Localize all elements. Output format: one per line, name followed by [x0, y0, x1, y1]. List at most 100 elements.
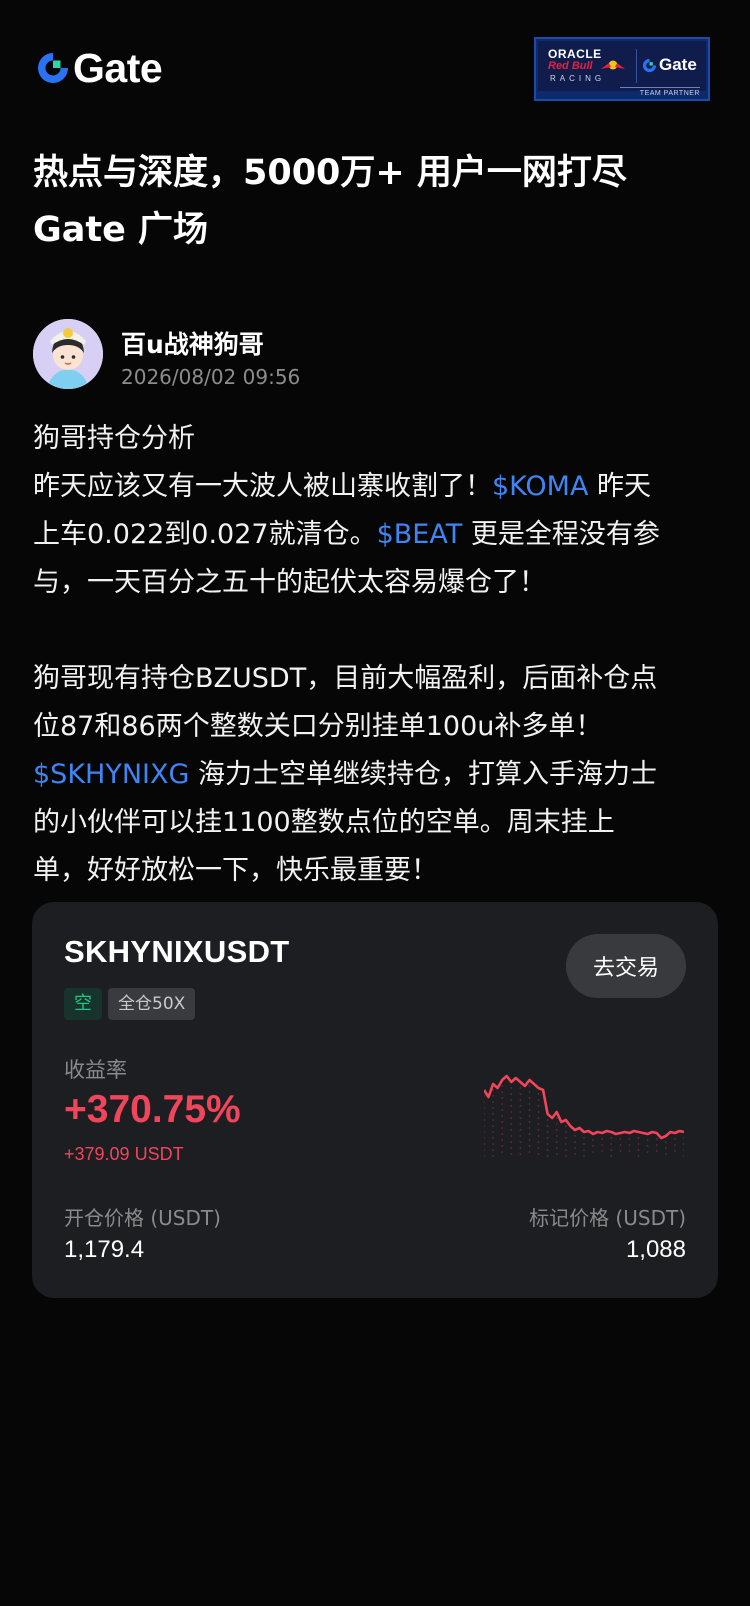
go-trade-button[interactable]: 去交易	[566, 934, 686, 998]
sparkline-fill-dot	[637, 1155, 640, 1157]
sparkline-fill-dot	[537, 1123, 540, 1125]
sparkline-fill-dot	[510, 1099, 513, 1101]
team-partner-banner: ORACLE Red Bull RACING Gate TEAM PARTNER	[534, 37, 710, 101]
sparkline-fill-dot	[510, 1093, 513, 1095]
sparkline-fill-dot	[528, 1121, 531, 1123]
post-line	[33, 607, 723, 655]
partner-panel: ORACLE Red Bull RACING Gate	[538, 41, 706, 91]
sparkline-fill-dot	[501, 1103, 504, 1105]
sparkline-fill-dot	[492, 1155, 494, 1157]
gate-logo-icon	[38, 53, 68, 83]
sparkline-fill-dot	[492, 1143, 494, 1145]
sparkline-fill-dot	[601, 1138, 604, 1140]
sparkline-fill-dot	[574, 1135, 576, 1137]
sparkline-fill-dot	[646, 1145, 649, 1147]
sparkline-fill-dot	[637, 1149, 640, 1151]
sparkline-fill-dot	[637, 1137, 640, 1139]
gate-logo[interactable]: Gate	[36, 48, 163, 89]
sparkline-fill-dot	[501, 1115, 504, 1117]
sparkline-fill-dot	[492, 1137, 494, 1139]
sparkline-fill-dot	[537, 1129, 540, 1131]
post-line: $SKHYNIXG 海力士空单继续持仓，打算入手海力士	[33, 751, 723, 799]
sparkline-fill-dot	[555, 1147, 558, 1149]
sparkline-fill-dot	[583, 1143, 585, 1145]
avatar[interactable]	[33, 319, 103, 389]
sparkline-fill-dot	[601, 1144, 604, 1146]
headline-line-2: Gate 广场	[33, 210, 209, 250]
author-name[interactable]: 百u战神狗哥	[121, 325, 264, 361]
mark-price-label: 标记价格 (USDT)	[529, 1206, 686, 1230]
sparkline-fill-dot	[610, 1149, 613, 1151]
sparkline-fill-dot	[528, 1097, 531, 1099]
sparkline-fill-dot	[501, 1145, 504, 1147]
sparkline-fill-dot	[655, 1150, 658, 1152]
sparkline-fill-dot	[492, 1107, 494, 1109]
sparkline-fill-dot	[619, 1150, 622, 1152]
sparkline-fill-dot	[664, 1153, 667, 1155]
price-sparkline	[484, 1074, 684, 1157]
sparkline-fill-dot	[555, 1123, 558, 1125]
sparkline-fill-dot	[583, 1155, 585, 1157]
sparkline-fill-dot	[546, 1149, 549, 1151]
sparkline-fill-dot	[492, 1095, 494, 1097]
sparkline-fill-dot	[528, 1127, 531, 1129]
sparkline-fill-dot	[492, 1149, 494, 1151]
sparkline-fill-dot	[546, 1131, 549, 1133]
sparkline-fill-dot	[537, 1105, 540, 1107]
sparkline-fill-dot	[501, 1127, 504, 1129]
ticker-tag-link[interactable]: $BEAT	[377, 519, 463, 550]
sparkline-fill-dot	[528, 1145, 531, 1147]
post-line: 狗哥持仓分析	[33, 423, 195, 454]
sparkline-fill-dot	[574, 1141, 576, 1143]
partner-gate-logo: Gate	[642, 55, 697, 75]
sparkline-fill-dot	[492, 1101, 494, 1103]
sparkline-fill-dot	[555, 1135, 558, 1137]
sparkline-fill-dot	[674, 1150, 676, 1152]
post-text: 上车0.022到0.027就清仓。	[33, 519, 377, 550]
sparkline-fill-dot	[528, 1115, 531, 1117]
sparkline-fill-dot	[537, 1111, 540, 1113]
sparkline-fill-dot	[601, 1150, 604, 1152]
sparkline-fill-dot	[510, 1147, 513, 1149]
sparkline-fill-dot	[519, 1093, 522, 1095]
mark-price-value: 1,088	[625, 1236, 686, 1263]
sparkline-fill-dot	[528, 1103, 531, 1105]
sparkline-fill-dot	[519, 1141, 522, 1143]
sparkline-fill-dot	[528, 1151, 531, 1153]
sparkline-fill-dot	[574, 1147, 576, 1149]
position-card[interactable]: SKHYNIXUSDT 去交易 空 全仓50X 收益率 +370.75% +37…	[32, 902, 718, 1298]
sparkline-fill-dot	[484, 1131, 485, 1133]
ticker-tag-link[interactable]: $SKHYNIXG	[33, 759, 189, 790]
sparkline-fill-dot	[646, 1139, 649, 1141]
partner-gate-text: Gate	[659, 55, 697, 74]
gate-mini-icon	[642, 58, 657, 72]
author-row[interactable]: 百u战神狗哥 2026/08/02 09:56	[33, 319, 723, 391]
sparkline-fill-dot	[510, 1141, 513, 1143]
post-line: 狗哥现有持仓BZUSDT，目前大幅盈利，后面补仓点	[33, 663, 658, 694]
sparkline-fill-dot	[546, 1137, 549, 1139]
sparkline-fill-dot	[555, 1117, 558, 1119]
sparkline-fill-dot	[583, 1137, 585, 1139]
sparkline-fill-dot	[574, 1153, 576, 1155]
sparkline-fill-dot	[501, 1121, 504, 1123]
sparkline-fill-dot	[555, 1153, 558, 1155]
sparkline-fill-dot	[583, 1149, 585, 1151]
sparkline-fill-dot	[501, 1139, 504, 1141]
sparkline-fill-dot	[501, 1133, 504, 1135]
sparkline-line	[484, 1074, 684, 1140]
sparkline-fill-dot	[519, 1153, 522, 1155]
ticker-tag-link[interactable]: $KOMA	[492, 471, 588, 502]
sparkline-fill-dot	[510, 1087, 513, 1089]
sparkline-fill-dot	[528, 1085, 531, 1087]
sparkline-fill-dot	[492, 1125, 494, 1127]
post-line: 的小伙伴可以挂1100整数点位的空单。周末挂上	[33, 807, 615, 838]
sparkline-fill-dot	[619, 1144, 622, 1146]
sparkline-fill-dot	[546, 1155, 549, 1157]
sparkline-fill-dot	[510, 1135, 513, 1137]
trading-pair: SKHYNIXUSDT	[64, 934, 290, 969]
sparkline-fill-dot	[674, 1144, 676, 1146]
sparkline-fill-dot	[519, 1147, 522, 1149]
sparkline-fill-dot	[610, 1137, 613, 1139]
post-line: 位87和86两个整数关口分别挂单100u补多单！	[33, 711, 603, 742]
team-partner-text: TEAM PARTNER	[639, 90, 700, 97]
